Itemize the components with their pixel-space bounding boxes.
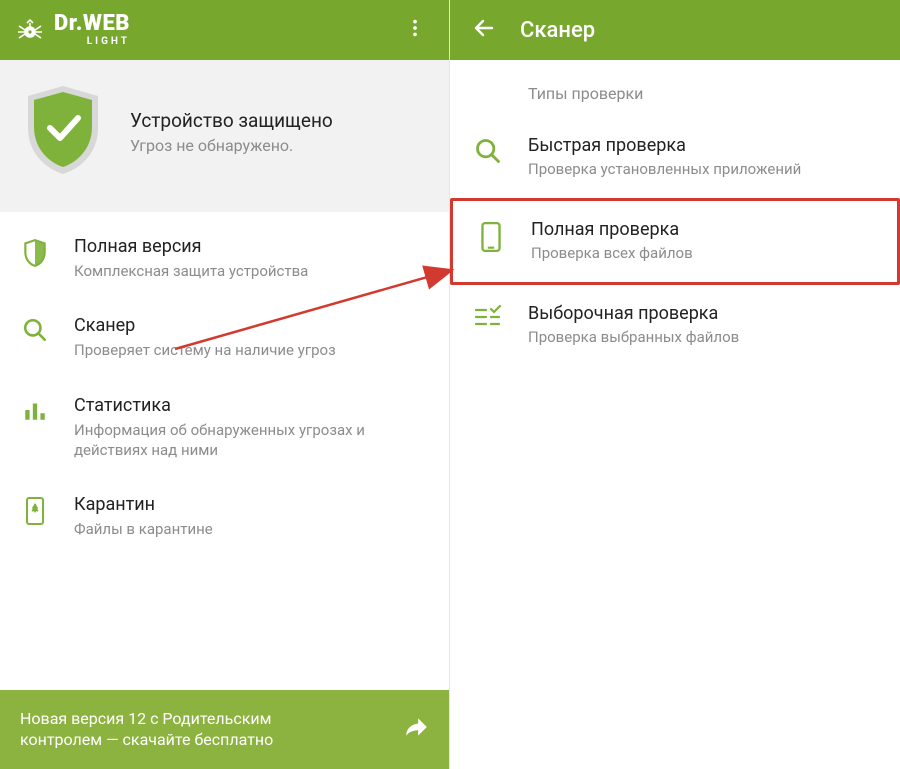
drweb-spider-icon xyxy=(14,14,46,46)
shield-outline-icon xyxy=(20,238,50,268)
scan-types-header: Типы проверки xyxy=(450,60,900,117)
scan-title: Быстрая проверка xyxy=(528,135,801,156)
smartphone-icon xyxy=(477,221,505,253)
promo-text: Новая версия 12 с Родительским контролем… xyxy=(20,708,350,751)
menu-title: Статистика xyxy=(74,395,414,416)
scan-title: Полная проверка xyxy=(531,219,693,240)
menu-item-quarantine[interactable]: Карантин Файлы в карантине xyxy=(0,478,449,557)
menu-item-scanner[interactable]: Сканер Проверяет систему на наличие угро… xyxy=(0,299,449,378)
menu-title: Полная версия xyxy=(74,236,308,257)
menu-subtitle: Файлы в карантине xyxy=(74,519,213,539)
brand-main: Dr.WEB xyxy=(54,13,130,35)
share-icon xyxy=(403,714,429,744)
scan-subtitle: Проверка установленных приложений xyxy=(528,160,801,178)
scan-item-quick[interactable]: Быстрая проверка Проверка установленных … xyxy=(450,117,900,198)
scan-title: Выборочная проверка xyxy=(528,303,739,324)
status-subtitle: Угроз не обнаружено. xyxy=(130,136,333,155)
search-icon xyxy=(20,317,50,343)
menu-item-full-version[interactable]: Полная версия Комплексная защита устройс… xyxy=(0,220,449,299)
main-menu: Полная версия Комплексная защита устройс… xyxy=(0,212,449,557)
bar-chart-icon xyxy=(20,397,50,423)
menu-subtitle: Проверяет систему на наличие угроз xyxy=(74,340,336,360)
status-title: Устройство защищено xyxy=(130,109,333,132)
brand: Dr.WEB LIGHT xyxy=(14,13,130,47)
main-screen: Dr.WEB LIGHT xyxy=(0,0,450,769)
brand-text: Dr.WEB LIGHT xyxy=(54,13,130,47)
menu-item-statistics[interactable]: Статистика Информация об обнаруженных уг… xyxy=(0,379,449,479)
brand-sub: LIGHT xyxy=(87,37,130,47)
screen-title: Сканер xyxy=(520,18,595,43)
promo-banner[interactable]: Новая версия 12 с Родительским контролем… xyxy=(0,690,449,769)
menu-title: Сканер xyxy=(74,315,336,336)
scanner-screen: Сканер Типы проверки Быстрая проверка Пр… xyxy=(450,0,900,769)
overflow-menu-button[interactable] xyxy=(395,10,435,50)
appbar-main: Dr.WEB LIGHT xyxy=(0,0,449,60)
menu-title: Карантин xyxy=(74,494,213,515)
back-button[interactable] xyxy=(464,10,504,50)
search-icon xyxy=(474,137,502,165)
scan-subtitle: Проверка всех файлов xyxy=(531,244,693,262)
quarantine-icon xyxy=(20,496,50,526)
menu-subtitle: Комплексная защита устройства xyxy=(74,261,308,281)
menu-subtitle: Информация об обнаруженных угрозах и дей… xyxy=(74,420,414,461)
checklist-icon xyxy=(474,305,502,329)
protection-status: Устройство защищено Угроз не обнаружено. xyxy=(0,60,449,212)
scan-item-custom[interactable]: Выборочная проверка Проверка выбранных ф… xyxy=(450,285,900,366)
appbar-scanner: Сканер xyxy=(450,0,900,60)
arrow-back-icon xyxy=(472,16,496,44)
scan-subtitle: Проверка выбранных файлов xyxy=(528,328,739,346)
scan-item-full[interactable]: Полная проверка Проверка всех файлов xyxy=(450,198,900,285)
more-vert-icon xyxy=(404,17,426,43)
shield-check-icon xyxy=(20,82,106,182)
